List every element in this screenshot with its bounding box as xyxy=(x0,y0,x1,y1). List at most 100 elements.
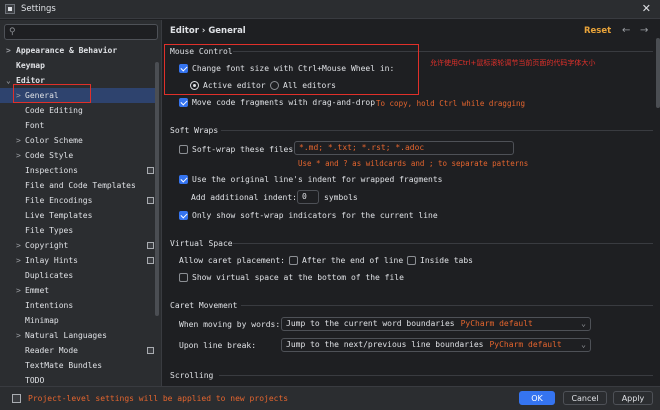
settings-tree: > Appearance & Behavior Keymap ⌄ Editor > G… xyxy=(0,43,158,388)
dialog-footer: Project-level settings will be applied t… xyxy=(0,386,660,410)
apply-button[interactable]: Apply xyxy=(613,391,653,405)
sidebar-item-file-encodings[interactable]: File Encodings xyxy=(0,193,158,208)
upon-line-break-default: PyCharm default xyxy=(489,340,562,349)
sidebar-item-intentions[interactable]: Intentions xyxy=(0,298,158,313)
search-input[interactable]: ⚲ xyxy=(4,24,158,40)
project-level-icon xyxy=(147,197,154,204)
forward-arrow-icon[interactable]: → xyxy=(640,25,648,36)
sidebar-item-keymap[interactable]: Keymap xyxy=(0,58,158,73)
chevron-right-icon: > xyxy=(16,151,21,160)
show-virtual-space-label: Show virtual space at the bottom of the … xyxy=(192,273,404,282)
use-original-indent-label: Use the original line's indent for wrapp… xyxy=(192,175,443,184)
all-editors-radio[interactable] xyxy=(270,81,279,90)
move-fragments-checkbox[interactable] xyxy=(179,98,188,107)
chevron-down-icon: ⌄ xyxy=(581,319,586,328)
section-title-soft-wraps: Soft Wraps xyxy=(170,126,219,135)
ok-button[interactable]: OK xyxy=(519,391,555,405)
project-level-icon xyxy=(147,242,154,249)
use-original-indent-checkbox[interactable] xyxy=(179,175,188,184)
sidebar-item-textmate-bundles[interactable]: TextMate Bundles xyxy=(0,358,158,373)
settings-sidebar: ⚲ > Appearance & Behavior Keymap ⌄ Editor … xyxy=(0,20,162,386)
project-level-icon xyxy=(147,167,154,174)
sidebar-scrollbar[interactable] xyxy=(155,62,159,316)
sidebar-item-label: File Encodings xyxy=(25,196,93,205)
after-end-of-line-checkbox[interactable] xyxy=(289,256,298,265)
all-editors-label: All editors xyxy=(283,81,336,90)
sidebar-item-label: Inlay Hints xyxy=(25,256,78,265)
additional-indent-label: Add additional indent: xyxy=(191,193,297,202)
upon-line-break-value: Jump to the next/previous line boundarie… xyxy=(286,340,484,349)
sidebar-item-label: File Types xyxy=(25,226,74,235)
search-icon: ⚲ xyxy=(9,27,16,37)
upon-line-break-label: Upon line break: xyxy=(179,341,257,350)
sidebar-item-label: Editor xyxy=(16,76,45,85)
sidebar-item-code-editing[interactable]: Code Editing xyxy=(0,103,158,118)
change-font-size-checkbox[interactable] xyxy=(179,64,188,73)
sidebar-item-appearance-behavior[interactable]: > Appearance & Behavior xyxy=(0,43,158,58)
sidebar-item-label: Natural Languages xyxy=(25,331,107,340)
soft-wrap-patterns-hint: Use * and ? as wildcards and ; to separa… xyxy=(298,159,529,168)
sidebar-item-label: TextMate Bundles xyxy=(25,361,103,370)
section-title-scrolling: Scrolling xyxy=(170,371,214,380)
sidebar-item-label: Live Templates xyxy=(25,211,93,220)
additional-indent-input[interactable]: 0 xyxy=(297,190,319,204)
sidebar-item-font[interactable]: Font xyxy=(0,118,158,133)
sidebar-item-live-templates[interactable]: Live Templates xyxy=(0,208,158,223)
sidebar-item-label: Code Editing xyxy=(25,106,83,115)
sidebar-item-label: Font xyxy=(25,121,45,130)
sidebar-item-label: Copyright xyxy=(25,241,69,250)
reset-button[interactable]: Reset xyxy=(584,26,611,36)
sidebar-item-reader-mode[interactable]: Reader Mode xyxy=(0,343,158,358)
sidebar-item-inlay-hints[interactable]: > Inlay Hints xyxy=(0,253,158,268)
soft-wrap-files-checkbox[interactable] xyxy=(179,145,188,154)
chevron-right-icon: > xyxy=(16,91,21,100)
settings-content: Editor › General Reset ← → Mouse Control… xyxy=(163,20,660,386)
allow-caret-label: Allow caret placement: xyxy=(179,256,285,265)
cancel-button[interactable]: Cancel xyxy=(563,391,607,405)
content-scrollbar[interactable] xyxy=(656,38,660,108)
project-level-icon xyxy=(147,257,154,264)
sidebar-item-label: Duplicates xyxy=(25,271,74,280)
project-level-icon xyxy=(147,347,154,354)
section-divider xyxy=(241,305,653,306)
sidebar-item-color-scheme[interactable]: > Color Scheme xyxy=(0,133,158,148)
close-icon[interactable]: ✕ xyxy=(642,2,651,15)
sidebar-item-label: Reader Mode xyxy=(25,346,78,355)
chevron-right-icon: > xyxy=(16,286,21,295)
active-editor-radio[interactable] xyxy=(190,81,199,90)
sidebar-item-label: General xyxy=(25,91,59,100)
section-divider xyxy=(233,51,653,52)
sidebar-item-copyright[interactable]: > Copyright xyxy=(0,238,158,253)
chevron-right-icon: > xyxy=(16,256,21,265)
soft-wrap-files-label: Soft-wrap these files: xyxy=(192,145,298,154)
title-bar: Settings ✕ xyxy=(0,0,660,19)
sidebar-item-label: Emmet xyxy=(25,286,50,295)
only-show-indicators-checkbox[interactable] xyxy=(179,211,188,220)
section-divider xyxy=(233,243,653,244)
sidebar-item-label: Color Scheme xyxy=(25,136,83,145)
sidebar-item-label: File and Code Templates xyxy=(25,181,136,190)
sidebar-item-natural-languages[interactable]: > Natural Languages xyxy=(0,328,158,343)
breadcrumb: Editor › General xyxy=(170,26,246,36)
sidebar-item-file-types[interactable]: File Types xyxy=(0,223,158,238)
sidebar-item-emmet[interactable]: > Emmet xyxy=(0,283,158,298)
inside-tabs-checkbox[interactable] xyxy=(407,256,416,265)
sidebar-item-file-code-templates[interactable]: File and Code Templates xyxy=(0,178,158,193)
active-editor-label: Active editor xyxy=(203,81,266,90)
show-virtual-space-checkbox[interactable] xyxy=(179,273,188,282)
sidebar-item-duplicates[interactable]: Duplicates xyxy=(0,268,158,283)
sidebar-item-inspections[interactable]: Inspections xyxy=(0,163,158,178)
moving-by-words-select[interactable]: Jump to the current word boundaries PyCha… xyxy=(281,317,591,331)
moving-by-words-default: PyCharm default xyxy=(460,319,533,328)
upon-line-break-select[interactable]: Jump to the next/previous line boundarie… xyxy=(281,338,591,352)
inside-tabs-label: Inside tabs xyxy=(420,256,473,265)
sidebar-item-code-style[interactable]: > Code Style xyxy=(0,148,158,163)
sidebar-item-minimap[interactable]: Minimap xyxy=(0,313,158,328)
back-arrow-icon[interactable]: ← xyxy=(622,25,630,36)
sidebar-item-general[interactable]: > General xyxy=(0,88,158,103)
chevron-right-icon: > xyxy=(16,241,21,250)
only-show-indicators-label: Only show soft-wrap indicators for the c… xyxy=(192,211,438,220)
soft-wrap-patterns-input[interactable]: *.md; *.txt; *.rst; *.adoc xyxy=(294,141,514,155)
sidebar-item-label: Appearance & Behavior xyxy=(16,46,118,55)
sidebar-item-editor[interactable]: ⌄ Editor xyxy=(0,73,158,88)
